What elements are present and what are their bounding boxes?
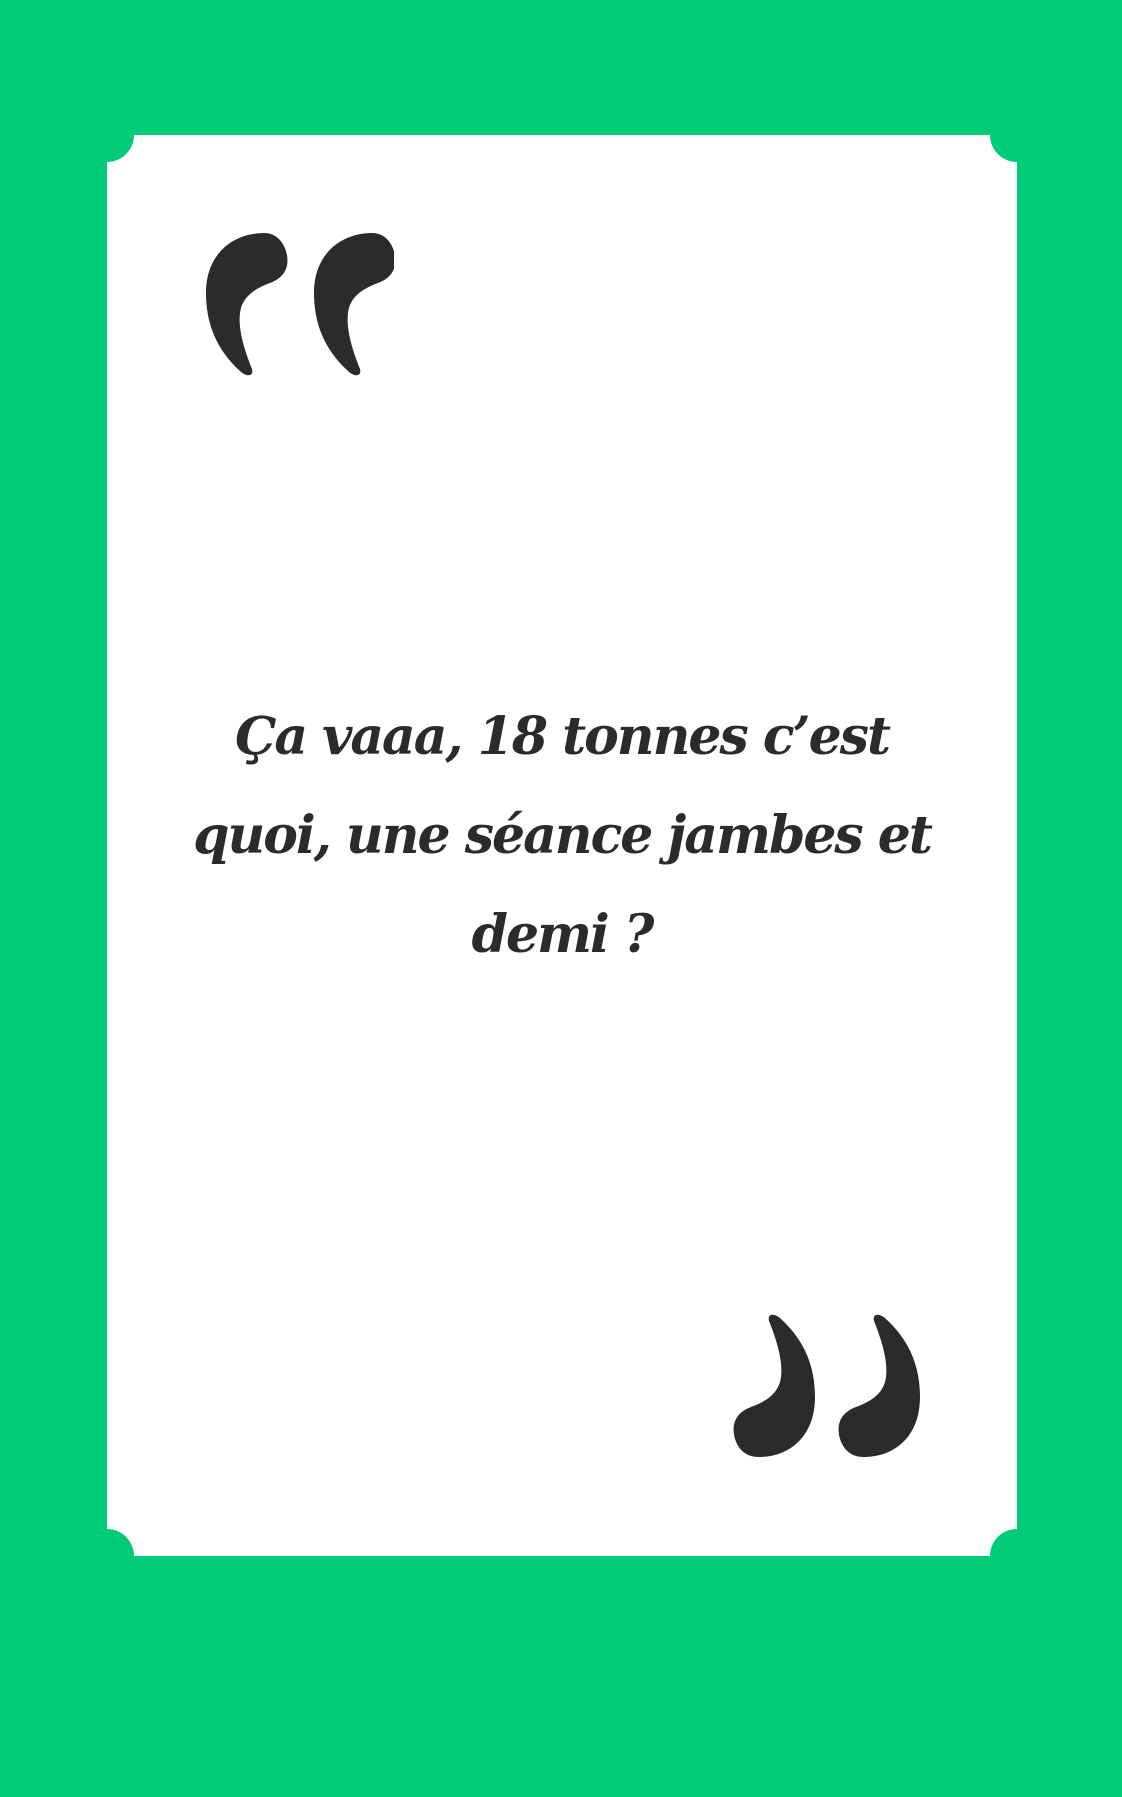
opening-quotation-mark-icon — [206, 233, 394, 376]
quote-card: Ça vaaa, 18 tonnes c’est quoi, une séanc… — [107, 135, 1017, 1556]
closing-quotation-mark-icon — [733, 1314, 920, 1457]
quote-text: Ça vaaa, 18 tonnes c’est quoi, une séanc… — [193, 706, 933, 965]
